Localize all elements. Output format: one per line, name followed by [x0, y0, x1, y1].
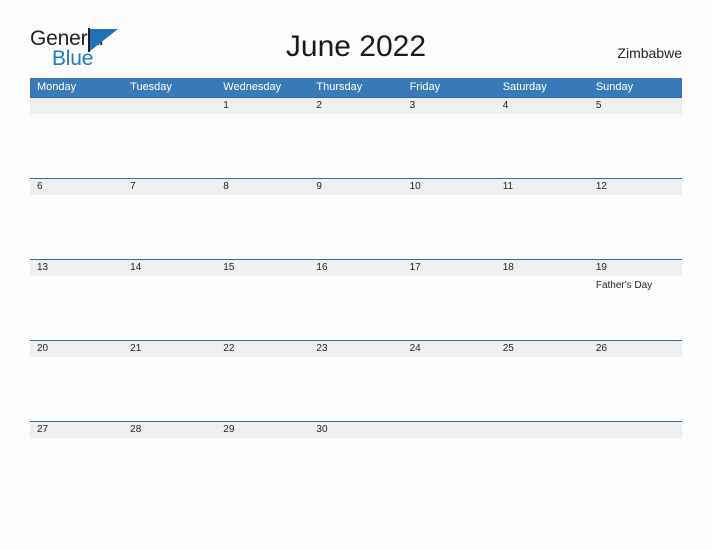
week-date-band: 20 21 22 23 24 25 26 [30, 340, 682, 357]
day-event[interactable] [123, 276, 216, 340]
day-number[interactable]: 28 [123, 422, 216, 438]
day-event[interactable] [309, 357, 402, 421]
day-number[interactable]: 13 [30, 260, 123, 276]
day-event[interactable] [589, 357, 682, 421]
day-number[interactable]: 12 [589, 179, 682, 195]
day-number[interactable]: 18 [496, 260, 589, 276]
day-number[interactable]: 11 [496, 179, 589, 195]
day-event[interactable] [589, 195, 682, 259]
calendar-week-row: 6 7 8 9 10 11 12 [30, 178, 682, 259]
day-number[interactable] [589, 422, 682, 438]
day-event[interactable] [123, 357, 216, 421]
day-number[interactable]: 17 [403, 260, 496, 276]
day-number[interactable]: 9 [309, 179, 402, 195]
day-number[interactable]: 22 [216, 341, 309, 357]
weekday-header-friday: Friday [409, 81, 441, 93]
day-event[interactable] [403, 114, 496, 178]
day-number[interactable]: 2 [309, 98, 402, 114]
day-event[interactable] [496, 276, 589, 340]
day-number[interactable] [496, 422, 589, 438]
day-number[interactable]: 3 [403, 98, 496, 114]
week-event-band: Father's Day [30, 276, 682, 340]
day-number[interactable]: 26 [589, 341, 682, 357]
day-number[interactable]: 25 [496, 341, 589, 357]
day-event[interactable] [496, 195, 589, 259]
day-number[interactable]: 27 [30, 422, 123, 438]
weekday-header-wednesday: Wednesday [223, 81, 282, 93]
day-event[interactable] [589, 438, 682, 502]
page-header: General Blue June 2022 Zimbabwe [0, 0, 712, 76]
week-event-band [30, 438, 682, 502]
day-event[interactable] [496, 438, 589, 502]
week-date-band: 13 14 15 16 17 18 19 [30, 259, 682, 276]
day-number[interactable]: 21 [123, 341, 216, 357]
day-event[interactable] [30, 357, 123, 421]
day-event[interactable] [216, 357, 309, 421]
day-event[interactable] [403, 276, 496, 340]
day-number[interactable]: 24 [403, 341, 496, 357]
day-event[interactable] [309, 195, 402, 259]
day-event[interactable] [30, 438, 123, 502]
day-number[interactable]: 1 [216, 98, 309, 114]
country-label: Zimbabwe [617, 45, 682, 61]
day-event[interactable] [216, 438, 309, 502]
day-event[interactable] [123, 195, 216, 259]
page-title: June 2022 [285, 30, 427, 63]
week-date-band: 6 7 8 9 10 11 12 [30, 178, 682, 195]
day-number[interactable]: 7 [123, 179, 216, 195]
day-number[interactable]: 14 [123, 260, 216, 276]
day-event[interactable] [309, 438, 402, 502]
day-event[interactable] [309, 276, 402, 340]
day-event[interactable] [496, 357, 589, 421]
day-event[interactable] [403, 438, 496, 502]
day-number[interactable]: 5 [589, 98, 682, 114]
day-number[interactable]: 8 [216, 179, 309, 195]
day-number[interactable] [123, 98, 216, 114]
day-number[interactable]: 29 [216, 422, 309, 438]
day-event[interactable] [30, 114, 123, 178]
day-number[interactable]: 15 [216, 260, 309, 276]
day-number[interactable] [30, 98, 123, 114]
day-event[interactable] [589, 114, 682, 178]
weekday-header-sunday: Sunday [595, 81, 634, 93]
day-number[interactable]: 4 [496, 98, 589, 114]
day-number[interactable]: 10 [403, 179, 496, 195]
day-event[interactable] [216, 195, 309, 259]
day-number[interactable]: 6 [30, 179, 123, 195]
day-event[interactable] [30, 276, 123, 340]
week-event-band [30, 195, 682, 259]
day-event[interactable] [216, 276, 309, 340]
day-event[interactable] [30, 195, 123, 259]
day-number[interactable]: 16 [309, 260, 402, 276]
weekday-header-thursday: Thursday [316, 81, 363, 93]
day-number[interactable]: 23 [309, 341, 402, 357]
day-event-fathers-day[interactable]: Father's Day [589, 276, 682, 340]
weekday-header-monday: Monday [37, 81, 77, 93]
day-event[interactable] [496, 114, 589, 178]
week-date-band: 1 2 3 4 5 [30, 97, 682, 114]
day-event[interactable] [216, 114, 309, 178]
day-event[interactable] [403, 357, 496, 421]
day-number[interactable]: 20 [30, 341, 123, 357]
day-number[interactable]: 19 [589, 260, 682, 276]
day-event[interactable] [123, 114, 216, 178]
day-event[interactable] [403, 195, 496, 259]
day-number[interactable] [403, 422, 496, 438]
calendar-week-row: 20 21 22 23 24 25 26 [30, 340, 682, 421]
day-event[interactable] [123, 438, 216, 502]
calendar-grid: Monday Tuesday Wednesday Thursday Friday… [30, 78, 682, 502]
calendar-week-row: 27 28 29 30 [30, 421, 682, 502]
week-date-band: 27 28 29 30 [30, 421, 682, 438]
day-number[interactable]: 30 [309, 422, 402, 438]
week-event-band [30, 114, 682, 178]
weekday-header-saturday: Saturday [502, 81, 547, 93]
weekday-header-row: Monday Tuesday Wednesday Thursday Friday… [30, 78, 682, 97]
calendar-week-row: 13 14 15 16 17 18 19 Father's Day [30, 259, 682, 340]
calendar-week-row: 1 2 3 4 5 [30, 97, 682, 178]
day-event[interactable] [309, 114, 402, 178]
week-event-band [30, 357, 682, 421]
weekday-header-tuesday: Tuesday [130, 81, 172, 93]
